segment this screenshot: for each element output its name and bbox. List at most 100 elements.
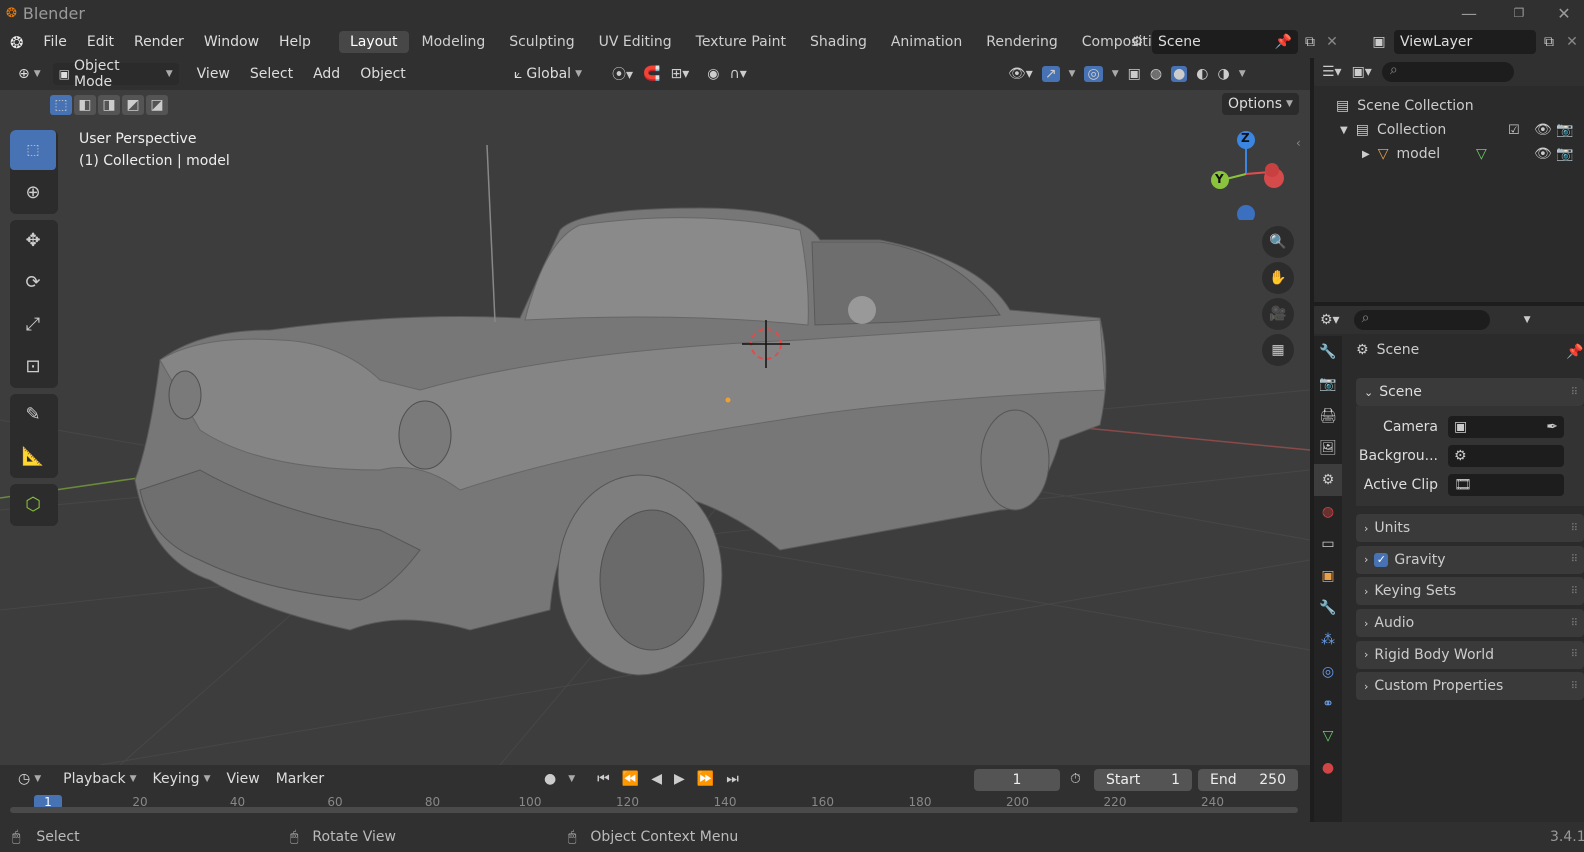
modifier-tab-icon[interactable]: 🔧: [1314, 592, 1342, 624]
measure-tool-icon[interactable]: 📐: [10, 436, 56, 476]
exclude-checkbox[interactable]: ☑: [1508, 123, 1520, 138]
solid-shading-icon[interactable]: ●: [1171, 66, 1188, 82]
particles-tab-icon[interactable]: ⁂: [1314, 624, 1342, 656]
end-frame-field[interactable]: End 250: [1198, 769, 1298, 791]
field-input-camera[interactable]: ▣ ✒: [1448, 415, 1564, 438]
display-mode-icon[interactable]: ▣▾: [1352, 64, 1372, 80]
material-tab-icon[interactable]: ●: [1314, 752, 1342, 784]
overlay-icon[interactable]: ◎: [1084, 66, 1103, 82]
current-frame-field[interactable]: 1: [974, 769, 1060, 791]
section-units[interactable]: › Units ⠿: [1356, 514, 1584, 542]
field-input-active-clip[interactable]: 🎞: [1448, 473, 1564, 496]
transform-tool-icon[interactable]: ⊡: [10, 346, 56, 386]
object-tab-icon[interactable]: ▣: [1314, 560, 1342, 592]
visibility-eye-icon[interactable]: 👁: [1534, 146, 1552, 162]
scene-browse-icon[interactable]: ⚙: [1122, 30, 1152, 54]
tab-uv-editing[interactable]: UV Editing: [588, 31, 683, 53]
play-icon[interactable]: ▶: [674, 771, 685, 787]
timeline-menu-view[interactable]: View: [220, 768, 265, 790]
mode-dropdown[interactable]: ▣ Object Mode ▼: [52, 58, 179, 90]
cursor-tool-icon[interactable]: ⊕: [10, 172, 56, 212]
tab-layout[interactable]: Layout: [338, 31, 409, 53]
menu-render[interactable]: Render: [124, 34, 194, 50]
select-subtract-icon[interactable]: ◨: [98, 95, 120, 115]
maximize-icon[interactable]: ❐: [1494, 6, 1544, 20]
field-input-backgrou[interactable]: ⚙: [1448, 444, 1564, 467]
camera-view-icon[interactable]: 🎥: [1262, 298, 1294, 330]
visibility-eye-icon[interactable]: 👁: [1534, 122, 1552, 138]
gizmo-icon[interactable]: ↗: [1041, 66, 1060, 82]
next-keyframe-icon[interactable]: ⏩: [697, 771, 714, 787]
proportional-edit-icon[interactable]: ◉: [707, 66, 719, 82]
transform-orientation-dropdown[interactable]: ⟀ Global ▼: [508, 63, 588, 85]
options-dropdown[interactable]: Options ▼: [1222, 93, 1299, 115]
drag-handle-icon[interactable]: ⠿: [1571, 554, 1578, 565]
move-tool-icon[interactable]: ✥: [10, 220, 56, 260]
outliner-editor-icon[interactable]: ☰▾: [1322, 64, 1342, 80]
pan-icon[interactable]: ✋: [1262, 262, 1294, 294]
drag-handle-icon[interactable]: ⠿: [1571, 649, 1578, 660]
close-icon[interactable]: ✕: [1544, 4, 1584, 23]
outliner-row-model[interactable]: ▶ ▽ model ▽ 👁 📷: [1314, 142, 1584, 166]
snap-target-icon[interactable]: ⊞▾: [670, 66, 689, 82]
new-viewlayer-icon[interactable]: ⧉: [1536, 34, 1562, 50]
expand-icon[interactable]: ▶: [1362, 149, 1370, 160]
select-invert-icon[interactable]: ◩: [122, 95, 144, 115]
select-extend-icon[interactable]: ◧: [74, 95, 96, 115]
scene-tab-icon[interactable]: ⚙: [1314, 464, 1342, 496]
stopwatch-icon[interactable]: ⏱: [1070, 771, 1081, 787]
3d-viewport[interactable]: User Perspective (1) Collection | model …: [0, 90, 1310, 765]
scene-panel-header[interactable]: ⌄ Scene ⠿: [1356, 378, 1584, 406]
play-reverse-icon[interactable]: ◀: [651, 771, 662, 787]
delete-viewlayer-icon[interactable]: ✕: [1562, 34, 1582, 50]
viewlayer-name-field[interactable]: ViewLayer: [1394, 30, 1536, 54]
menu-help[interactable]: Help: [269, 34, 321, 50]
drag-handle-icon[interactable]: ⠿: [1571, 523, 1578, 534]
section-keying-sets[interactable]: › Keying Sets ⠿: [1356, 577, 1584, 606]
zoom-icon[interactable]: 🔍: [1262, 226, 1294, 258]
viewlayer-browse-icon[interactable]: ▣: [1364, 34, 1394, 50]
tab-shading[interactable]: Shading: [799, 31, 878, 53]
properties-editor-icon[interactable]: ⚙▾: [1320, 312, 1340, 328]
section-gravity[interactable]: › ✓ Gravity ⠿: [1356, 545, 1584, 574]
viewport-menu-view[interactable]: View: [187, 66, 240, 82]
perspective-toggle-icon[interactable]: ▦: [1262, 334, 1294, 366]
material-shading-icon[interactable]: ◐: [1196, 66, 1208, 82]
select-intersect-icon[interactable]: ◪: [146, 95, 168, 115]
view-layer-tab-icon[interactable]: 🖼: [1314, 432, 1342, 464]
section-checkbox[interactable]: ✓: [1374, 552, 1389, 567]
output-tab-icon[interactable]: 🖨: [1314, 400, 1342, 432]
select-new-icon[interactable]: ⬚: [50, 95, 72, 115]
physics-tab-icon[interactable]: ◎: [1314, 656, 1342, 688]
pivot-icon[interactable]: ⦿▾: [612, 64, 633, 84]
outliner-search-input[interactable]: ⌕: [1381, 62, 1514, 82]
timeline-menu-playback[interactable]: Playback ▼: [57, 768, 142, 790]
drag-handle-icon[interactable]: ⠿: [1571, 681, 1578, 692]
prev-keyframe-icon[interactable]: ⏪: [622, 771, 639, 787]
viewport-menu-select[interactable]: Select: [240, 66, 303, 82]
expand-icon[interactable]: ▼: [1340, 125, 1348, 136]
blender-menu-icon[interactable]: ❂: [10, 33, 23, 52]
visibility-icon[interactable]: 👁▾: [1008, 66, 1033, 82]
add-cube-tool-icon[interactable]: ⬡: [10, 484, 56, 524]
timeline-editor-dropdown[interactable]: ◷ ▼: [12, 768, 47, 790]
collection-tab-icon[interactable]: ▭: [1314, 528, 1342, 560]
properties-options-icon[interactable]: ▼: [1524, 315, 1531, 325]
annotate-tool-icon[interactable]: ✎: [10, 394, 56, 434]
xray-icon[interactable]: ▣: [1128, 66, 1141, 82]
scene-name-field[interactable]: Scene 📌: [1152, 30, 1298, 54]
outliner-row-collection[interactable]: ▼ ▤ Collection ☑ 👁 📷: [1314, 118, 1584, 142]
tool-tab-icon[interactable]: 🔧: [1314, 336, 1342, 368]
pin-icon[interactable]: 📌: [1275, 34, 1292, 50]
menu-window[interactable]: Window: [194, 34, 269, 50]
section-rigid-body-world[interactable]: › Rigid Body World ⠿: [1356, 640, 1584, 669]
render-tab-icon[interactable]: 📷: [1314, 368, 1342, 400]
viewport-menu-add[interactable]: Add: [303, 66, 350, 82]
editor-type-dropdown[interactable]: ⊕ ▼: [12, 63, 47, 85]
rotate-tool-icon[interactable]: ⟳: [10, 262, 56, 302]
scale-tool-icon[interactable]: ⤢: [10, 304, 56, 344]
world-tab-icon[interactable]: ◍: [1314, 496, 1342, 528]
tab-texture-paint[interactable]: Texture Paint: [685, 31, 797, 53]
data-tab-icon[interactable]: ▽: [1314, 720, 1342, 752]
drag-handle-icon[interactable]: ⠿: [1571, 586, 1578, 597]
